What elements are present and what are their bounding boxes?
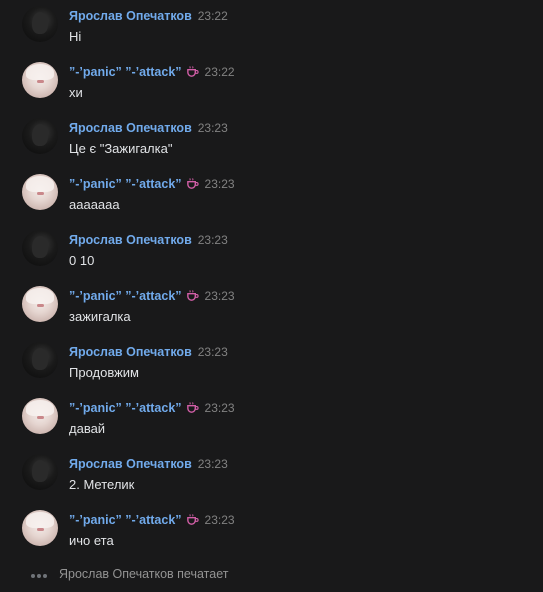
message-item: Ярослав Опечатков 23:23 0 10	[22, 230, 522, 274]
message-header: Ярослав Опечатков 23:23	[69, 121, 228, 136]
author-name[interactable]: ”-’panic” ”-’attack”	[69, 65, 182, 79]
message-time: 23:22	[197, 9, 228, 23]
author-name[interactable]: Ярослав Опечатков	[69, 9, 192, 23]
author-name[interactable]: Ярослав Опечатков	[69, 457, 192, 471]
author-name[interactable]: ”-’panic” ”-’attack”	[69, 289, 182, 303]
chat-history: Ярослав Опечатков 23:22 Hi ”-’panic” ”-’a…	[0, 0, 543, 592]
typing-text: Ярослав Опечатков печатает	[59, 567, 229, 581]
hot-beverage-icon	[186, 290, 199, 301]
message-time: 23:23	[197, 121, 228, 135]
avatar[interactable]	[22, 174, 58, 210]
message-text: Це є "Зажигалка"	[69, 141, 173, 156]
message-header: Ярослав Опечатков 23:23	[69, 457, 228, 472]
message-header: Ярослав Опечатков 23:23	[69, 345, 228, 360]
message-header: Ярослав Опечатков 23:22	[69, 9, 228, 24]
hot-beverage-icon	[186, 66, 199, 77]
message-item: Ярослав Опечатков 23:23 2. Метелик	[22, 454, 522, 498]
avatar[interactable]	[22, 286, 58, 322]
message-item: Ярослав Опечатков 23:22 Hi	[22, 6, 522, 50]
message-text: Hi	[69, 29, 82, 44]
message-item: ”-’panic” ”-’attack” 23:23 ичо ета	[22, 510, 522, 554]
message-text: хи	[69, 85, 83, 100]
message-header: ”-’panic” ”-’attack” 23:22	[69, 65, 235, 80]
message-text: 2. Метелик	[69, 477, 135, 492]
message-time: 23:23	[204, 401, 235, 415]
author-name[interactable]: ”-’panic” ”-’attack”	[69, 401, 182, 415]
avatar[interactable]	[22, 6, 58, 42]
avatar[interactable]	[22, 398, 58, 434]
message-item: ”-’panic” ”-’attack” 23:23 зажигалка	[22, 286, 522, 330]
message-time: 23:23	[197, 457, 228, 471]
message-header: ”-’panic” ”-’attack” 23:23	[69, 513, 235, 528]
message-time: 23:23	[204, 177, 235, 191]
hot-beverage-icon	[186, 178, 199, 189]
message-time: 23:23	[197, 233, 228, 247]
message-text: Продовжим	[69, 365, 139, 380]
author-name[interactable]: ”-’panic” ”-’attack”	[69, 177, 182, 191]
message-item: Ярослав Опечатков 23:23 Продовжим	[22, 342, 522, 386]
message-text: ичо ета	[69, 533, 114, 548]
message-text: ааааааа	[69, 197, 120, 212]
avatar[interactable]	[22, 510, 58, 546]
message-item: ”-’panic” ”-’attack” 23:23 давай	[22, 398, 522, 442]
message-header: ”-’panic” ”-’attack” 23:23	[69, 401, 235, 416]
message-time: 23:22	[204, 65, 235, 79]
message-text: 0 10	[69, 253, 95, 268]
author-name[interactable]: Ярослав Опечатков	[69, 345, 192, 359]
avatar[interactable]	[22, 454, 58, 490]
avatar[interactable]	[22, 342, 58, 378]
message-time: 23:23	[204, 289, 235, 303]
message-item: ”-’panic” ”-’attack” 23:23 ааааааа	[22, 174, 522, 218]
message-text: давай	[69, 421, 106, 436]
message-item: ”-’panic” ”-’attack” 23:22 хи	[22, 62, 522, 106]
message-header: ”-’panic” ”-’attack” 23:23	[69, 177, 235, 192]
author-name[interactable]: Ярослав Опечатков	[69, 121, 192, 135]
message-header: Ярослав Опечатков 23:23	[69, 233, 228, 248]
typing-indicator: Ярослав Опечатков печатает	[31, 565, 228, 581]
avatar[interactable]	[22, 230, 58, 266]
message-time: 23:23	[197, 345, 228, 359]
message-header: ”-’panic” ”-’attack” 23:23	[69, 289, 235, 304]
message-text: зажигалка	[69, 309, 131, 324]
author-name[interactable]: ”-’panic” ”-’attack”	[69, 513, 182, 527]
message-time: 23:23	[204, 513, 235, 527]
hot-beverage-icon	[186, 402, 199, 413]
author-name[interactable]: Ярослав Опечатков	[69, 233, 192, 247]
hot-beverage-icon	[186, 514, 199, 525]
avatar[interactable]	[22, 62, 58, 98]
message-item: Ярослав Опечатков 23:23 Це є "Зажигалка"	[22, 118, 522, 162]
avatar[interactable]	[22, 118, 58, 154]
typing-dots-icon	[31, 565, 49, 583]
